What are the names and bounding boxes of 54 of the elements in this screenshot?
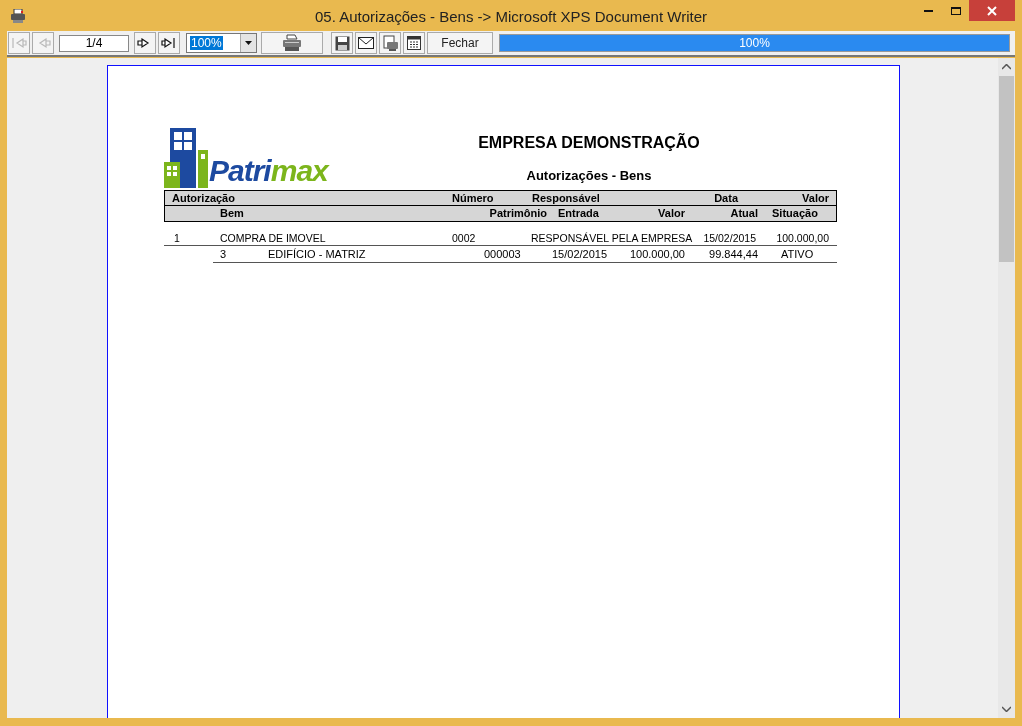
- scrollbar-thumb[interactable]: [999, 76, 1014, 262]
- document-printer-icon: [381, 34, 399, 52]
- zoom-dropdown[interactable]: 100%: [186, 33, 257, 53]
- scroll-down-icon[interactable]: [1002, 706, 1011, 712]
- column-header: Responsável: [532, 191, 601, 206]
- last-page-icon: [161, 36, 177, 50]
- scroll-up-icon[interactable]: [1002, 64, 1011, 70]
- column-header: Autorização: [172, 191, 236, 206]
- close-button[interactable]: [969, 0, 1015, 21]
- table-cell-text: 99.844,44: [708, 247, 758, 262]
- table-cell-text: 000003: [483, 247, 522, 262]
- table-cell-text: 100.000,00: [775, 231, 829, 246]
- column-header: Valor: [657, 206, 685, 221]
- report-subtitle: Autorizações - Bens: [526, 167, 652, 185]
- table-cell-text: ATIVO: [780, 247, 815, 262]
- column-header: Situação: [771, 206, 819, 221]
- envelope-icon: [358, 37, 374, 49]
- table-cell-text: RESPONSÁVEL PELA EMPRESA: [531, 231, 694, 246]
- table-cell-text: 15/02/2015: [552, 247, 609, 262]
- nav-button[interactable]: [134, 32, 156, 54]
- table-cell-text: 1: [174, 231, 181, 246]
- toolbar-button[interactable]: [355, 32, 377, 54]
- caret-icon: [245, 41, 252, 45]
- scrollbar[interactable]: [998, 58, 1015, 718]
- toolbar-button[interactable]: [379, 32, 401, 54]
- column-header: Data: [713, 191, 738, 206]
- nav-button[interactable]: [158, 32, 180, 54]
- printer-icon: [282, 34, 302, 52]
- column-header: Entrada: [557, 206, 600, 221]
- table-cell-text: EDIFÍCIO - MATRIZ: [268, 247, 367, 262]
- toolbar-button[interactable]: [261, 32, 323, 54]
- close-report-button[interactable]: Fechar: [427, 32, 493, 54]
- column-header: Atual: [729, 206, 758, 221]
- column-header: Número: [452, 191, 495, 206]
- close-icon: [987, 5, 997, 16]
- column-header: Patrimônio: [488, 206, 547, 221]
- table-cell-text: 100.000,00: [628, 247, 685, 262]
- first-page-icon: [11, 36, 27, 50]
- page-field[interactable]: 1/4: [59, 34, 129, 52]
- toolbar-button[interactable]: [331, 32, 353, 54]
- toolbar-button[interactable]: [403, 32, 425, 54]
- table-cell-text: 0002: [452, 231, 477, 246]
- column-header: Valor: [801, 191, 829, 206]
- printer-icon: [10, 8, 26, 23]
- table-cell-text: 3: [220, 247, 228, 262]
- table-cell-text: 15/02/2015: [702, 231, 756, 246]
- window-title: 05. Autorizações - Bens -> Microsoft XPS Document Writer: [315, 7, 707, 27]
- table-cell-text: COMPRA DE IMOVEL: [220, 231, 327, 246]
- buildings-icon: [164, 128, 208, 188]
- logo-text: Patrimax: [209, 156, 328, 186]
- table-icon: [407, 36, 421, 50]
- progress-reading: 100%: [738, 35, 771, 51]
- column-header: Bem: [220, 206, 245, 221]
- report-title: EMPRESA DEMONSTRAÇÃO: [478, 132, 700, 153]
